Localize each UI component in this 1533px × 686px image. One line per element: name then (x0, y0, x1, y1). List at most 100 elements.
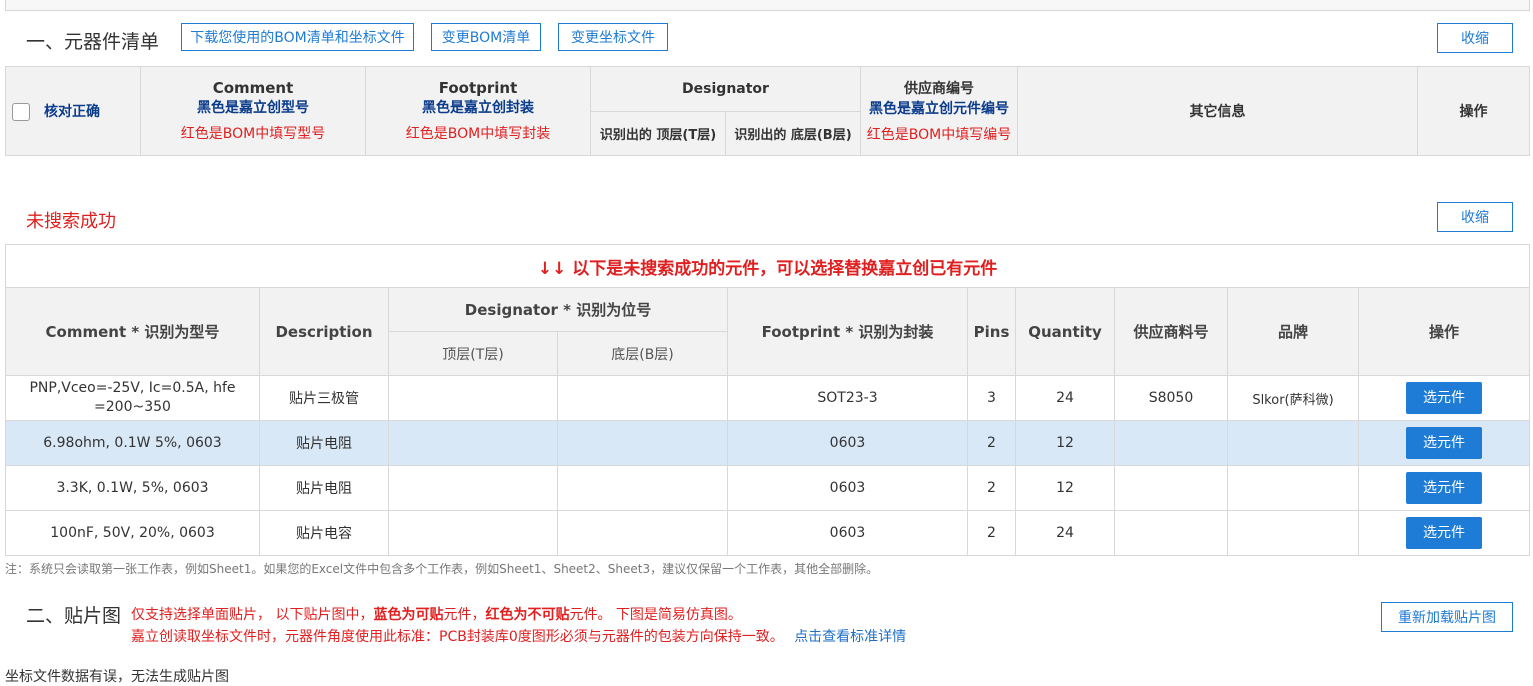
row-quantity: 12 (1015, 420, 1115, 466)
row-action-cell: 选元件 (1357, 510, 1531, 556)
comment-header: Comment 黑色是嘉立创型号 红色是BOM中填写型号 (140, 66, 366, 156)
row-description: 贴片电阻 (259, 420, 389, 466)
top-bar (5, 0, 1530, 11)
download-bom-button[interactable]: 下载您使用的BOM清单和坐标文件 (181, 23, 414, 51)
table-row[interactable]: 100nF, 50V, 20%, 0603 贴片电容 0603 2 24 选元件 (5, 510, 1531, 556)
check-all-checkbox[interactable] (12, 103, 30, 121)
supplier-header: 供应商编号 黑色是嘉立创元件编号 红色是BOM中填写编号 (860, 66, 1018, 156)
section-title-bom: 一、元器件清单 (26, 31, 160, 53)
row-bottom (557, 420, 728, 466)
info-text-c: 元件， (443, 607, 486, 623)
table-row[interactable]: 6.98ohm, 0.1W 5%, 0603 贴片电阻 0603 2 12 选元… (5, 420, 1531, 466)
comment-red-note: 红色是BOM中填写型号 (180, 126, 326, 142)
row-quantity: 24 (1015, 510, 1115, 556)
check-cell: 核对正确 (5, 66, 141, 156)
row-pins: 3 (967, 375, 1016, 421)
other-info-header: 其它信息 (1017, 66, 1418, 156)
nf-brand-header: 品牌 (1227, 287, 1359, 376)
row-pins: 2 (967, 420, 1016, 466)
designator-top-header: 识别出的 顶层(T层) (590, 111, 726, 156)
row-top (388, 510, 558, 556)
select-component-button[interactable]: 选元件 (1406, 472, 1483, 504)
row-brand (1227, 510, 1359, 556)
not-found-banner: ↓↓ 以下是未搜索成功的元件，可以选择替换嘉立创已有元件 (4, 244, 1531, 288)
view-standard-link[interactable]: 点击查看标准详情 (794, 629, 906, 645)
row-action-cell: 选元件 (1357, 465, 1531, 511)
comment-title: Comment (212, 79, 294, 97)
bom-header-table: 核对正确 Comment 黑色是嘉立创型号 红色是BOM中填写型号 Footpr… (5, 66, 1530, 156)
select-component-button[interactable]: 选元件 (1406, 382, 1483, 414)
collapse-bom-button[interactable]: 收缩 (1437, 23, 1513, 53)
sheet-note: 注：系统只会读取第一张工作表，例如Sheet1。如果您的Excel文件中包含多个… (5, 562, 879, 576)
nf-designator-header: Designator * 识别为位号 (388, 287, 728, 332)
footprint-red-note: 红色是BOM中填写封装 (405, 126, 551, 142)
nf-bottom-header: 底层(B层) (557, 331, 728, 376)
row-brand (1227, 465, 1359, 511)
row-footprint: SOT23-3 (727, 375, 968, 421)
row-comment: 6.98ohm, 0.1W 5%, 0603 (5, 420, 260, 466)
designator-bottom-header: 识别出的 底层(B层) (725, 111, 861, 156)
change-bom-button[interactable]: 变更BOM清单 (431, 23, 541, 51)
row-supplier-part: S8050 (1114, 375, 1228, 421)
row-description: 贴片三极管 (259, 375, 389, 421)
supplier-black-note: 黑色是嘉立创元件编号 (869, 101, 1009, 117)
supplier-title: 供应商编号 (904, 81, 974, 97)
footprint-header: Footprint 黑色是嘉立创封装 红色是BOM中填写封装 (365, 66, 591, 156)
section-title-placement: 二、贴片图 (26, 605, 122, 627)
nf-pins-header: Pins (967, 287, 1016, 376)
row-footprint: 0603 (727, 465, 968, 511)
nf-footprint-header: Footprint * 识别为封装 (727, 287, 968, 376)
row-description: 贴片电阻 (259, 465, 389, 511)
table-row[interactable]: 3.3K, 0.1W, 5%, 0603 贴片电阻 0603 2 12 选元件 (5, 465, 1531, 511)
nf-top-header: 顶层(T层) (388, 331, 558, 376)
row-footprint: 0603 (727, 510, 968, 556)
info-text-d: 红色为不可贴 (485, 607, 570, 623)
select-component-button[interactable]: 选元件 (1406, 427, 1483, 459)
row-comment: PNP,Vceo=-25V, Ic=0.5A, hfe =200~350 (5, 375, 260, 421)
row-supplier-part (1114, 510, 1228, 556)
row-quantity: 24 (1015, 375, 1115, 421)
row-action-cell: 选元件 (1357, 375, 1531, 421)
row-supplier-part (1114, 420, 1228, 466)
not-found-title: 未搜索成功 (26, 211, 116, 232)
info-text-a: 仅支持选择单面贴片， 以下贴片图中， (131, 607, 374, 623)
row-supplier-part (1114, 465, 1228, 511)
nf-quantity-header: Quantity (1015, 287, 1115, 376)
row-description: 贴片电容 (259, 510, 389, 556)
placement-info-line2: 嘉立创读取坐标文件时，元器件角度使用此标准：PCB封装库0度图形必须与元器件的包… (131, 626, 906, 646)
table-row[interactable]: PNP,Vceo=-25V, Ic=0.5A, hfe =200~350 贴片三… (5, 375, 1531, 421)
info-text-b: 蓝色为可贴 (373, 607, 444, 623)
change-coord-button[interactable]: 变更坐标文件 (558, 23, 668, 51)
footprint-title: Footprint (438, 79, 518, 97)
nf-description-header: Description (259, 287, 389, 376)
row-pins: 2 (967, 510, 1016, 556)
row-pins: 2 (967, 465, 1016, 511)
row-quantity: 12 (1015, 465, 1115, 511)
info-text-e: 元件。 下图是简易仿真图。 (569, 607, 742, 623)
row-top (388, 375, 558, 421)
row-brand: Slkor(萨科微) (1227, 375, 1359, 421)
row-bottom (557, 510, 728, 556)
row-top (388, 465, 558, 511)
row-comment: 100nF, 50V, 20%, 0603 (5, 510, 260, 556)
footprint-black-note: 黑色是嘉立创封装 (422, 100, 534, 116)
comment-black-note: 黑色是嘉立创型号 (197, 100, 309, 116)
select-component-button[interactable]: 选元件 (1406, 517, 1483, 549)
row-bottom (557, 375, 728, 421)
designator-header: Designator (590, 66, 861, 112)
nf-action-header: 操作 (1357, 287, 1531, 376)
action-header: 操作 (1417, 66, 1530, 156)
collapse-not-found-button[interactable]: 收缩 (1437, 202, 1513, 232)
row-top (388, 420, 558, 466)
row-action-cell: 选元件 (1357, 420, 1531, 466)
placement-info-line1: 仅支持选择单面贴片， 以下贴片图中，蓝色为可贴元件，红色为不可贴元件。 下图是简… (131, 604, 742, 624)
angle-standard-text: 嘉立创读取坐标文件时，元器件角度使用此标准：PCB封装库0度图形必须与元器件的包… (131, 629, 784, 645)
supplier-red-note: 红色是BOM中填写编号 (866, 127, 1012, 143)
row-brand (1227, 420, 1359, 466)
row-bottom (557, 465, 728, 511)
row-comment: 3.3K, 0.1W, 5%, 0603 (5, 465, 260, 511)
nf-comment-header: Comment * 识别为型号 (5, 287, 260, 376)
coord-error-text: 坐标文件数据有误，无法生成贴片图 (5, 669, 229, 685)
reload-placement-button[interactable]: 重新加载贴片图 (1381, 602, 1513, 632)
check-label: 核对正确 (44, 104, 100, 120)
